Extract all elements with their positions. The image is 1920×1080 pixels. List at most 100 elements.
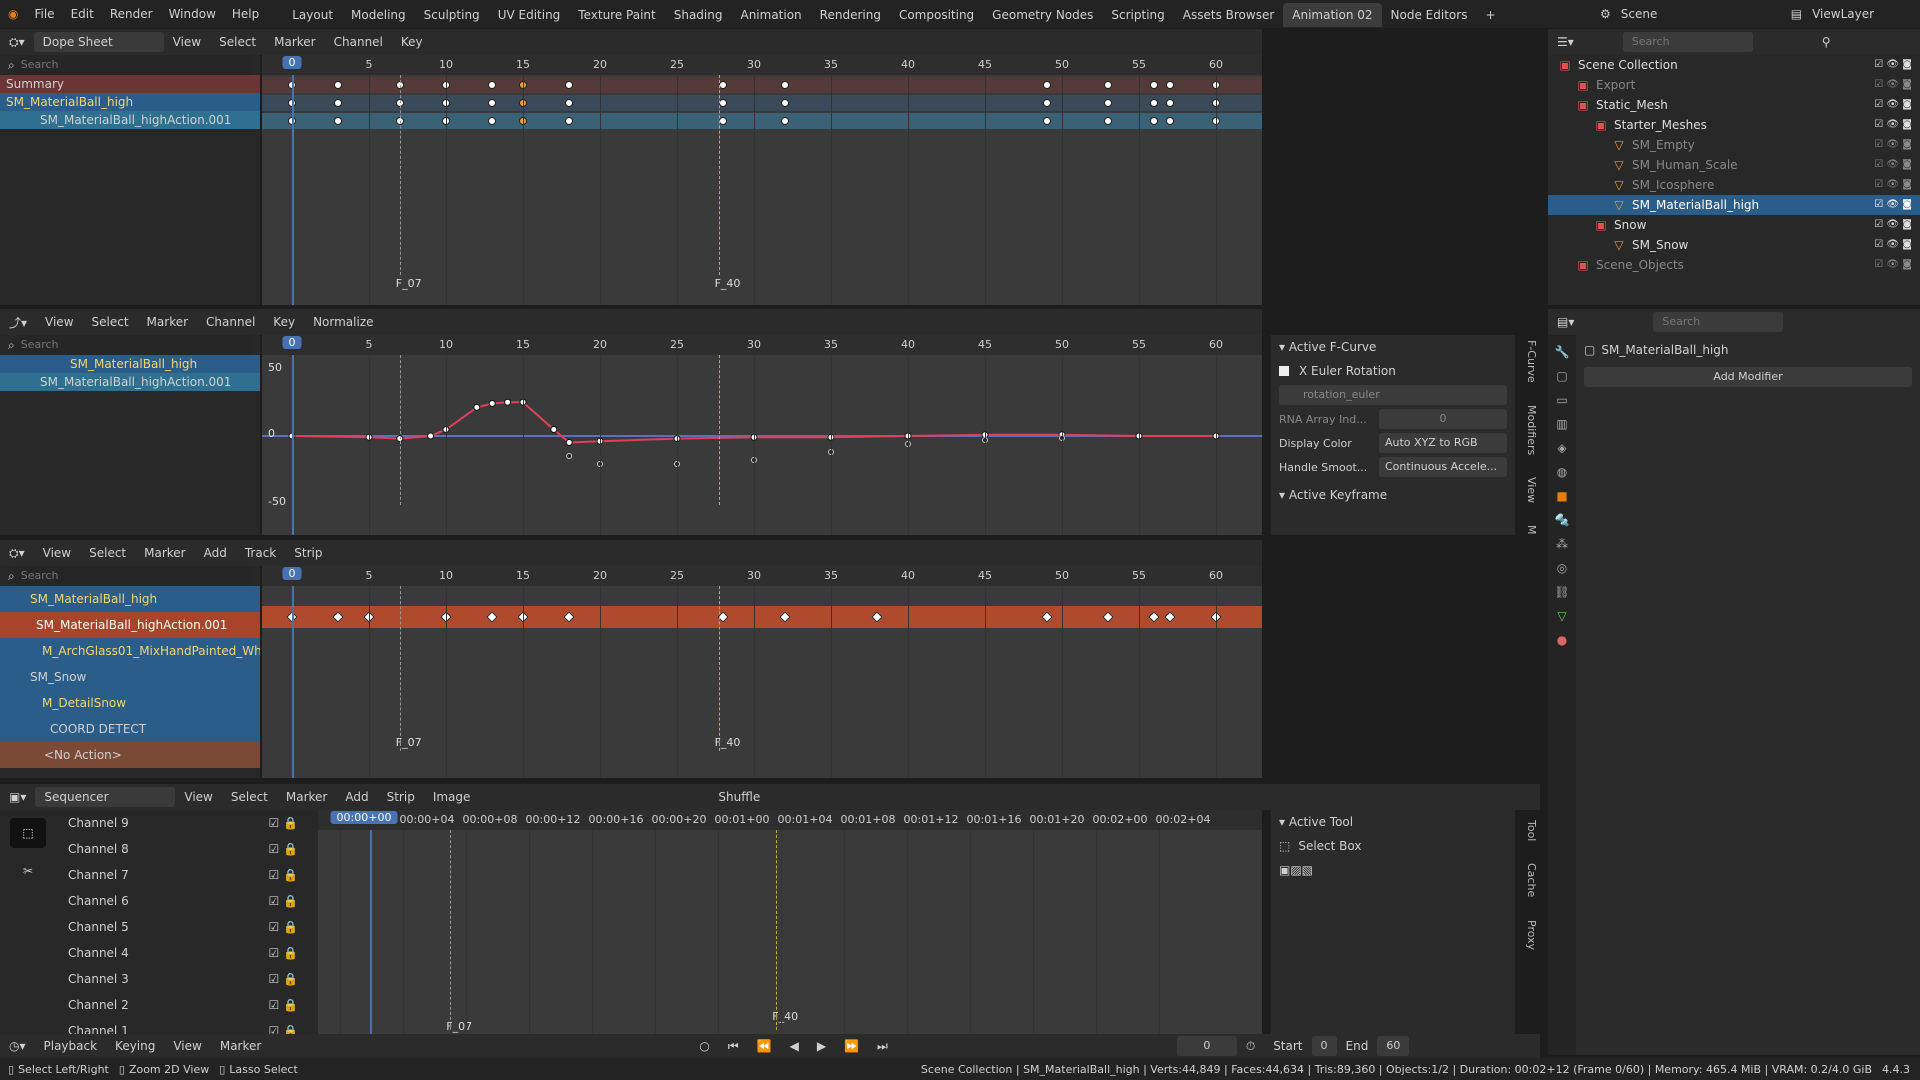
nla-tick-0[interactable]: 0 <box>282 567 302 580</box>
outliner-item[interactable]: ▽ SM_MaterialBall_high ☑ 👁 ◙ <box>1548 195 1920 215</box>
keyframe[interactable] <box>719 117 728 125</box>
keyframe[interactable] <box>565 117 574 125</box>
tab-view[interactable]: View <box>1518 477 1538 503</box>
keyframe[interactable] <box>719 99 728 107</box>
tab-rendering[interactable]: Rendering <box>811 3 890 27</box>
sequencer-canvas[interactable]: 00:00+00 00:00+04 00:00+08 00:00+12 00:00+16… <box>318 810 1262 1055</box>
properties-search-input[interactable]: Search <box>1653 312 1784 332</box>
dopesheet-tick-0[interactable]: 0 <box>282 56 302 69</box>
keyframe[interactable] <box>1104 81 1113 89</box>
keyframe[interactable] <box>780 99 789 107</box>
end-frame-field[interactable]: 60 <box>1377 1036 1410 1056</box>
graph-menu-select[interactable]: Select <box>83 315 138 329</box>
nla-menu-select[interactable]: Select <box>80 546 135 560</box>
channel-mute-checkbox[interactable]: ☑ 🔒 <box>268 940 298 966</box>
sequencer-playhead[interactable] <box>370 830 372 1055</box>
visibility-eye-icon[interactable]: ☑ 👁 ◙ <box>1874 55 1912 75</box>
nla-menu-add[interactable]: Add <box>195 546 236 560</box>
prev-keyframe-icon[interactable]: ⏪ <box>748 1039 781 1053</box>
tab-assets-browser[interactable]: Assets Browser <box>1174 3 1284 27</box>
record-icon[interactable]: ○ <box>690 1039 718 1053</box>
stopwatch-icon[interactable]: ⏱ <box>1237 1039 1264 1054</box>
tool-tab-icon[interactable]: 🔧 <box>1555 345 1570 359</box>
graph-canvas[interactable]: 05101520253035404550556065 50 0 -50 <box>262 335 1262 535</box>
fcurve-keyframe[interactable] <box>504 398 512 406</box>
keyframe[interactable] <box>488 117 497 125</box>
world-tab-icon[interactable]: ◍ <box>1557 465 1567 479</box>
select-mode-buttons[interactable]: ▣▨▧ <box>1279 863 1313 877</box>
keyframe[interactable] <box>488 81 497 89</box>
handle-smoothing-select[interactable]: Continuous Accele... <box>1379 457 1507 477</box>
fcurve-keyframe[interactable] <box>565 439 573 446</box>
tab-texture-paint[interactable]: Texture Paint <box>569 3 664 27</box>
dopesheet-mode-select[interactable]: Dope Sheet <box>33 32 164 52</box>
visibility-eye-icon[interactable]: ☑ 👁 ◙ <box>1874 155 1912 175</box>
timeline-menu-playback[interactable]: Playback <box>35 1039 107 1053</box>
tab-geometry-nodes[interactable]: Geometry Nodes <box>983 3 1102 27</box>
keyframe[interactable] <box>780 81 789 89</box>
outliner-item[interactable]: ▣ Starter_Meshes ☑ 👁 ◙ <box>1548 115 1920 135</box>
display-color-select[interactable]: Auto XYZ to RGB <box>1379 433 1507 453</box>
visibility-eye-icon[interactable]: ☑ 👁 ◙ <box>1874 95 1912 115</box>
visibility-eye-icon[interactable]: ☑ 👁 ◙ <box>1874 75 1912 95</box>
channel-mute-checkbox[interactable]: ☑ 🔒 <box>268 914 298 940</box>
handle-point[interactable] <box>566 453 573 459</box>
tab-fcurve[interactable]: F-Curve <box>1518 340 1538 383</box>
graph-menu-view[interactable]: View <box>36 315 82 329</box>
sequencer-ruler[interactable]: 00:00+00 00:00+04 00:00+08 00:00+12 00:00+16… <box>318 810 1262 830</box>
sequencer-menu-strip[interactable]: Strip <box>378 790 424 804</box>
visibility-eye-icon[interactable]: ☑ 👁 ◙ <box>1874 235 1912 255</box>
keyframe[interactable] <box>334 99 343 107</box>
physics-tab-icon[interactable]: ◎ <box>1557 561 1567 575</box>
scene-name[interactable]: Scene <box>1621 7 1731 21</box>
jump-end-icon[interactable]: ⏭ <box>868 1039 897 1054</box>
fcurve-path-field[interactable]: rotation_euler <box>1279 385 1507 405</box>
visibility-eye-icon[interactable]: ☑ 👁 ◙ <box>1874 175 1912 195</box>
tab-cache[interactable]: Cache <box>1518 863 1538 897</box>
channel-action[interactable]: SM_MaterialBall_highAction.001 <box>0 111 260 129</box>
tab-modeling[interactable]: Modeling <box>342 3 415 27</box>
keyframe[interactable] <box>1042 81 1051 89</box>
channel-mute-checkbox[interactable]: ☑ 🔒 <box>268 992 298 1018</box>
nla-menu-marker[interactable]: Marker <box>135 546 194 560</box>
dopesheet-marker-f07[interactable]: F_07 <box>396 277 422 290</box>
keyframe[interactable] <box>780 117 789 125</box>
next-keyframe-icon[interactable]: ⏩ <box>835 1039 868 1053</box>
menu-file[interactable]: File <box>26 0 62 28</box>
graph-menu-marker[interactable]: Marker <box>138 315 197 329</box>
outliner-item[interactable]: ▽ SM_Empty ☑ 👁 ◙ <box>1548 135 1920 155</box>
dopesheet-menu-marker[interactable]: Marker <box>265 35 324 49</box>
tab-modifiers[interactable]: Modifiers <box>1518 405 1538 455</box>
sequencer-marker-f40[interactable]: F_40 <box>772 1010 798 1023</box>
graph-editor-type-icon[interactable]: ⤴▾ <box>0 314 36 331</box>
nla-ruler[interactable]: 05101520253035404550556065 <box>262 566 1262 586</box>
play-reverse-icon[interactable]: ◀ <box>781 1039 808 1053</box>
channel-mute-checkbox[interactable]: ☑ 🔒 <box>268 836 298 862</box>
sequencer-menu-add[interactable]: Add <box>336 790 377 804</box>
select-box-tool-icon[interactable]: ⬚ <box>10 818 46 848</box>
editor-type-icon[interactable]: ⛭▾ <box>0 35 34 50</box>
keyframe[interactable] <box>1165 81 1174 89</box>
data-tab-icon[interactable]: ▽ <box>1557 609 1566 623</box>
rna-index-field[interactable]: 0 <box>1379 409 1507 429</box>
graph-tick-0[interactable]: 0 <box>282 336 302 349</box>
menu-render[interactable]: Render <box>102 0 161 28</box>
keyframe[interactable] <box>565 81 574 89</box>
timeline-menu-view[interactable]: View <box>164 1039 210 1053</box>
graph-channel-action[interactable]: SM_MaterialBall_highAction.001 <box>0 373 260 391</box>
keyframe[interactable] <box>1150 81 1159 89</box>
blender-logo-icon[interactable]: ◉ <box>0 7 26 21</box>
tab-layout[interactable]: Layout <box>283 3 342 27</box>
dopesheet-marker-f40[interactable]: F_40 <box>715 277 741 290</box>
material-tab-icon[interactable]: ● <box>1557 633 1567 647</box>
graph-ruler[interactable]: 05101520253035404550556065 <box>262 335 1262 355</box>
view-layer-name[interactable]: ViewLayer <box>1812 7 1874 21</box>
start-frame-field[interactable]: 0 <box>1311 1036 1337 1056</box>
tab-proxy[interactable]: Proxy <box>1518 920 1538 950</box>
add-modifier-button[interactable]: Add Modifier <box>1584 367 1912 387</box>
nla-playhead[interactable] <box>292 586 294 778</box>
object-tab-icon[interactable]: ■ <box>1556 489 1567 503</box>
timeline-menu-marker[interactable]: Marker <box>211 1039 270 1053</box>
nla-menu-view[interactable]: View <box>34 546 80 560</box>
dopesheet-ruler[interactable]: 0 5 10 15 20 25 30 35 40 45 50 55 60 <box>262 55 1262 75</box>
